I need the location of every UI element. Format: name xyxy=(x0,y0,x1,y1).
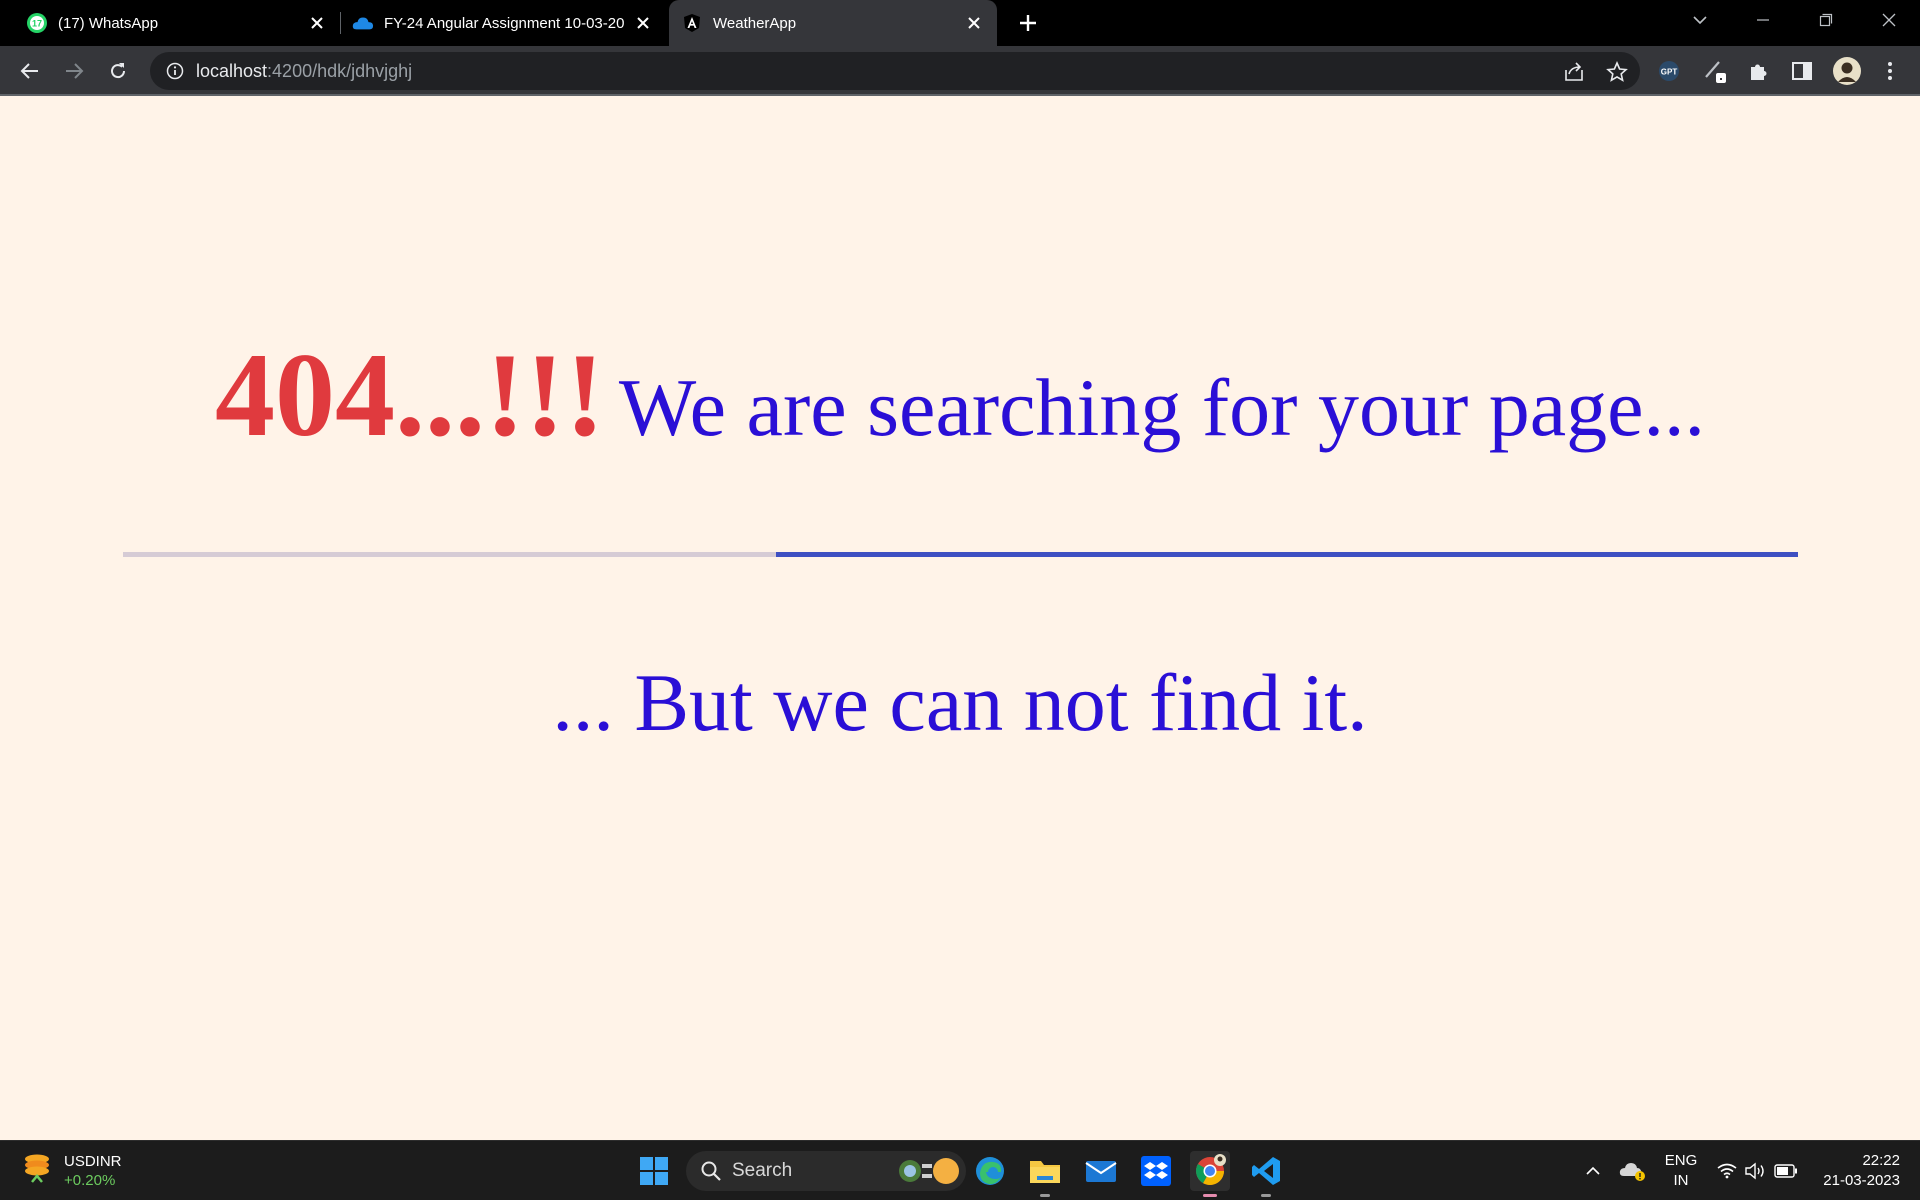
windows-logo-icon xyxy=(640,1157,668,1185)
close-icon[interactable] xyxy=(630,10,656,36)
taskbar-search[interactable]: Search xyxy=(686,1151,966,1191)
search-label: Search xyxy=(732,1160,793,1181)
error-code: 404...!!! xyxy=(214,328,605,461)
mail-icon xyxy=(1085,1161,1117,1182)
language-code: ENG xyxy=(1664,1152,1698,1169)
taskbar-vscode[interactable] xyxy=(1246,1151,1286,1197)
wifi-icon[interactable] xyxy=(1714,1153,1740,1189)
side-panel-icon[interactable] xyxy=(1789,58,1815,84)
arrow-right-icon xyxy=(66,63,84,79)
browser-toolbar: localhost:4200/hdk/jdhvjghj GPT xyxy=(0,46,1920,96)
minimize-icon xyxy=(1757,19,1769,21)
searching-message: We are searching for your page... xyxy=(618,362,1706,453)
stock-symbol: USDINR xyxy=(64,1152,122,1170)
tab-title: (17) WhatsApp xyxy=(58,14,159,32)
taskbar-chrome[interactable] xyxy=(1190,1151,1230,1197)
vscode-icon xyxy=(1252,1157,1280,1185)
tab-whatsapp[interactable]: 17 (17) WhatsApp xyxy=(14,0,340,46)
not-found-message: ... But we can not find it. xyxy=(552,657,1368,748)
taskbar-edge[interactable] xyxy=(970,1151,1010,1191)
new-tab-button[interactable] xyxy=(1014,9,1042,37)
url-host: localhost xyxy=(196,60,268,81)
running-indicator xyxy=(1040,1194,1050,1197)
close-icon[interactable] xyxy=(961,10,987,36)
reload-icon xyxy=(111,63,126,79)
close-icon[interactable] xyxy=(304,10,330,36)
kebab-menu-icon[interactable] xyxy=(1877,58,1903,84)
back-button[interactable] xyxy=(15,56,45,86)
forward-button[interactable] xyxy=(59,56,89,86)
arrow-left-icon xyxy=(20,63,38,79)
address-bar[interactable]: localhost:4200/hdk/jdhvjghj xyxy=(150,52,1640,90)
whatsapp-icon: 17 xyxy=(26,12,48,34)
stock-change: +0.20% xyxy=(64,1171,116,1189)
language-indicator[interactable]: ENG IN xyxy=(1658,1151,1704,1191)
clock-date: 21-03-2023 xyxy=(1823,1172,1900,1189)
share-icon[interactable] xyxy=(1563,61,1585,83)
edge-icon xyxy=(976,1157,1004,1185)
angular-icon xyxy=(681,12,703,34)
chevron-down-icon xyxy=(1693,16,1707,25)
chrome-icon xyxy=(1196,1154,1226,1185)
plus-icon xyxy=(1020,15,1036,31)
chevron-up-icon xyxy=(1586,1166,1600,1175)
page-content: 404...!!! We are searching for your page.… xyxy=(0,96,1920,1140)
search-highlight-icon xyxy=(899,1158,959,1184)
tab-title: FY-24 Angular Assignment 10-03-20 xyxy=(384,14,625,32)
stock-widget[interactable]: USDINR +0.20% xyxy=(22,1151,122,1190)
not-found-headline: 404...!!! We are searching for your page.… xyxy=(0,326,1920,464)
whatsapp-badge: 17 xyxy=(32,19,42,29)
restore-button[interactable] xyxy=(1796,0,1856,40)
info-icon[interactable] xyxy=(164,60,186,82)
tab-weatherapp[interactable]: WeatherApp xyxy=(669,0,997,46)
hidden-icons-chevron[interactable] xyxy=(1580,1153,1606,1189)
minimize-button[interactable] xyxy=(1733,0,1793,40)
start-button[interactable] xyxy=(634,1151,674,1191)
profile-avatar[interactable] xyxy=(1832,56,1862,86)
running-indicator xyxy=(1203,1194,1217,1197)
taskbar-dropbox[interactable] xyxy=(1136,1151,1176,1191)
pen-extension-icon[interactable] xyxy=(1702,58,1728,84)
taskbar-file-explorer[interactable] xyxy=(1025,1151,1065,1197)
close-icon xyxy=(1882,13,1896,27)
taskbar: USDINR +0.20% Search ENG IN 22:22 21-03-… xyxy=(0,1140,1920,1200)
volume-icon[interactable] xyxy=(1742,1153,1768,1189)
chatgpt-extension-icon[interactable]: GPT xyxy=(1656,58,1682,84)
taskbar-mail[interactable] xyxy=(1081,1151,1121,1191)
tab-strip: 17 (17) WhatsApp FY-24 Angular Assignmen… xyxy=(0,0,1920,46)
clock-time: 22:22 xyxy=(1862,1152,1900,1169)
currency-icon xyxy=(22,1151,52,1190)
battery-icon[interactable] xyxy=(1772,1153,1800,1189)
tab-search-button[interactable] xyxy=(1670,0,1730,40)
svg-text:GPT: GPT xyxy=(1661,68,1678,77)
search-icon xyxy=(701,1161,721,1181)
region-code: IN xyxy=(1673,1172,1689,1189)
progress-fill xyxy=(776,552,1798,557)
folder-icon xyxy=(1030,1161,1060,1183)
window-close-button[interactable] xyxy=(1859,0,1919,40)
tab-onedrive[interactable]: FY-24 Angular Assignment 10-03-20 xyxy=(340,0,666,46)
tab-title: WeatherApp xyxy=(713,14,797,32)
url-path: :4200/hdk/jdhvjghj xyxy=(267,60,413,81)
url-text: localhost:4200/hdk/jdhvjghj xyxy=(196,61,412,82)
system-clock[interactable]: 22:22 21-03-2023 xyxy=(1800,1151,1900,1191)
bookmark-star-icon[interactable] xyxy=(1606,61,1628,83)
extensions-puzzle-icon[interactable] xyxy=(1746,58,1772,84)
dropbox-icon xyxy=(1141,1156,1171,1186)
running-indicator xyxy=(1261,1194,1271,1197)
reload-button[interactable] xyxy=(103,56,133,86)
onedrive-icon xyxy=(352,12,374,34)
onedrive-tray-icon[interactable] xyxy=(1618,1153,1648,1189)
restore-icon xyxy=(1819,13,1833,27)
